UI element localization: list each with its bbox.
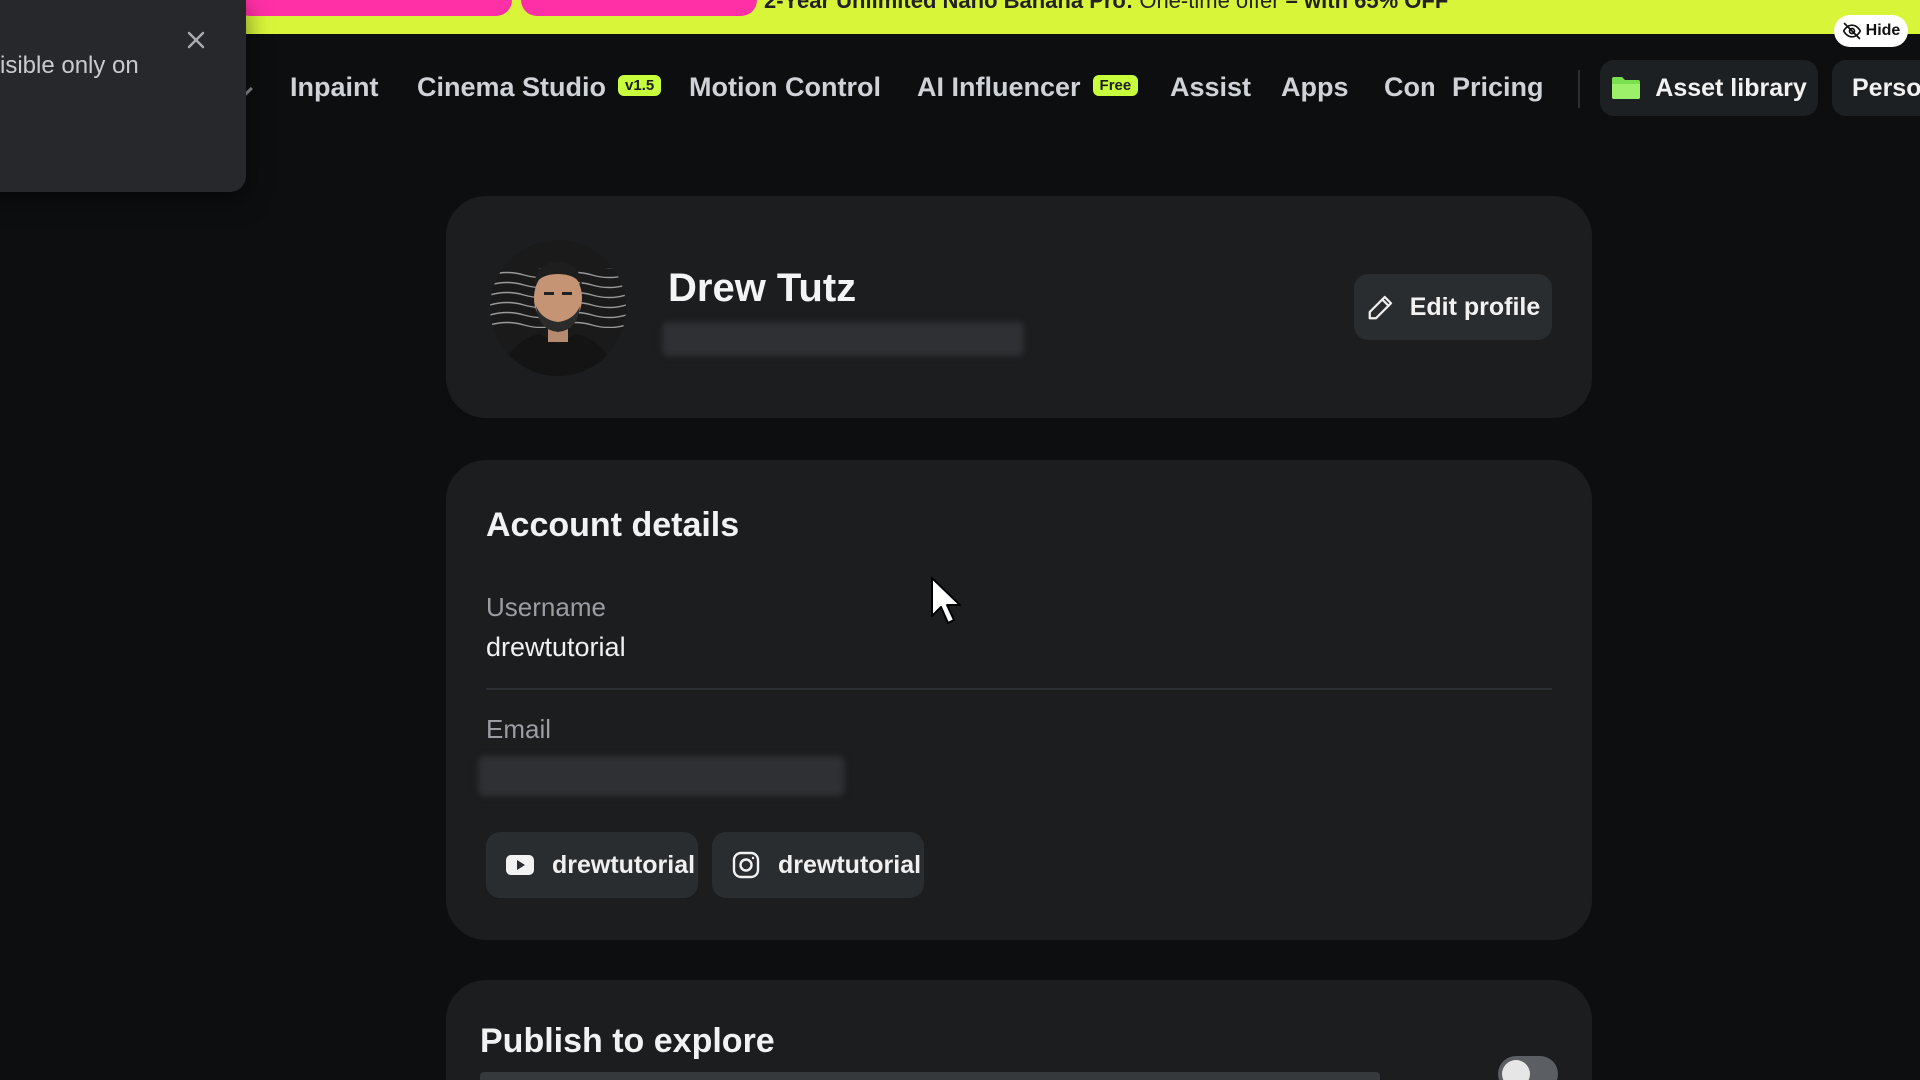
pencil-icon	[1368, 295, 1392, 320]
asset-library-label: Asset library	[1655, 73, 1807, 102]
account-details-card: Account details Username drewtutorial Em…	[446, 460, 1592, 940]
mouse-pointer-icon	[931, 577, 961, 624]
promo-pill-primary[interactable]	[234, 0, 512, 16]
edit-profile-label: Edit profile	[1409, 292, 1541, 321]
username-label: Username	[486, 592, 606, 622]
email-label: Email	[486, 714, 552, 744]
toggle-knob	[1502, 1060, 1530, 1080]
publish-title: Publish to explore	[480, 1022, 775, 1060]
username-value: drewtutorial	[486, 632, 626, 662]
publish-toggle[interactable]	[1498, 1056, 1558, 1080]
field-divider	[486, 688, 1552, 690]
nav-item-community[interactable]: Com	[1384, 72, 1434, 103]
nav-item-label: Cinema Studio	[417, 72, 607, 102]
youtube-link[interactable]: drewtutorial	[486, 832, 698, 898]
hide-button[interactable]: Hide	[1834, 15, 1908, 47]
profile-name: Drew Tutz	[668, 266, 857, 310]
nav-item-apps[interactable]: Apps	[1281, 72, 1349, 103]
personal-button[interactable]: Person	[1832, 60, 1920, 116]
redacted-email	[478, 756, 844, 796]
nav-item-inpaint[interactable]: Inpaint	[290, 72, 379, 103]
publish-description	[480, 1072, 1380, 1080]
free-badge: Free	[1092, 75, 1139, 96]
hide-label: Hide	[1865, 22, 1901, 39]
nav-item-label: AI Influencer	[917, 72, 1081, 102]
nav-item-label: Apps	[1281, 72, 1349, 102]
nav-item-motion-control[interactable]: Motion Control	[689, 72, 881, 103]
nav-item-label: Pricing	[1452, 72, 1544, 102]
youtube-handle: drewtutorial	[552, 850, 696, 879]
redacted-handle	[662, 322, 1024, 356]
toast-message: isible only on	[0, 52, 139, 79]
asset-library-button[interactable]: Asset library	[1600, 60, 1818, 116]
top-nav: Inpaint Cinema Studio v1.5 Motion Contro…	[0, 58, 1920, 120]
avatar-image	[490, 240, 626, 376]
eye-off-icon	[1842, 22, 1861, 40]
nav-item-label: Com	[1384, 72, 1434, 102]
close-icon[interactable]	[182, 26, 210, 54]
edit-profile-button[interactable]: Edit profile	[1354, 274, 1552, 340]
nav-item-pricing[interactable]: Pricing	[1452, 72, 1544, 103]
nav-item-ai-influencer[interactable]: AI Influencer Free	[917, 72, 1139, 103]
nav-item-assist[interactable]: Assist	[1170, 72, 1251, 103]
nav-divider	[1578, 70, 1580, 108]
nav-item-label: Inpaint	[290, 72, 379, 102]
publish-card: Publish to explore	[446, 980, 1592, 1080]
youtube-icon	[506, 855, 534, 875]
nav-item-label: Motion Control	[689, 72, 881, 102]
account-details-title: Account details	[486, 506, 740, 544]
instagram-handle: drewtutorial	[778, 850, 922, 879]
nav-item-label: Assist	[1170, 72, 1252, 102]
version-badge: v1.5	[618, 75, 662, 96]
promo-headline: 2-Year Unlimited Nano Banana Pro: One-ti…	[764, 0, 1449, 13]
toast-notification: isible only on	[0, 0, 246, 192]
profile-card: Drew Tutz Edit profile	[446, 196, 1592, 418]
avatar[interactable]	[490, 240, 626, 376]
nav-item-cinema-studio[interactable]: Cinema Studio v1.5	[417, 72, 662, 103]
promo-pill-secondary[interactable]	[521, 0, 757, 16]
instagram-link[interactable]: drewtutorial	[712, 832, 924, 898]
instagram-icon	[732, 851, 760, 879]
promo-banner: 2-Year Unlimited Nano Banana Pro: One-ti…	[0, 0, 1920, 34]
personal-label: Person	[1852, 73, 1920, 102]
folder-icon	[1612, 77, 1641, 99]
